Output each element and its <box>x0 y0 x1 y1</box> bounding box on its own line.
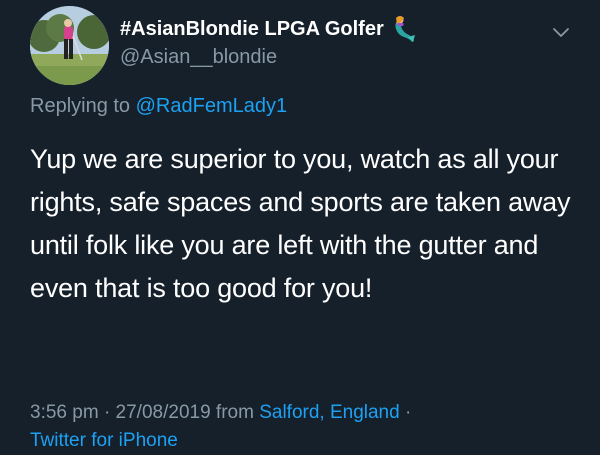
replying-to-label: Replying to <box>30 95 131 117</box>
avatar[interactable] <box>30 6 109 85</box>
meta-separator-2: · <box>404 402 412 423</box>
avatar-image <box>30 6 109 85</box>
tweet-meta: 3:56 pm · 27/08/2019 from Salford, Engla… <box>30 399 575 455</box>
tweet-date[interactable]: 27/08/2019 <box>116 402 211 423</box>
replying-to-line: Replying to @RadFemLady1 <box>30 95 287 118</box>
tweet-card: #AsianBlondie LPGA Golfer @Asian__blondi… <box>0 0 600 454</box>
display-name-row: #AsianBlondie LPGA Golfer <box>120 14 416 44</box>
from-label: from <box>215 402 254 423</box>
tweet-text: Yup we are superior to you, watch as all… <box>30 144 571 303</box>
chevron-down-icon[interactable] <box>551 24 571 40</box>
user-handle[interactable]: @Asian__blondie <box>120 46 277 69</box>
replying-to-mention[interactable]: @RadFemLady1 <box>136 95 287 117</box>
mermaid-icon <box>390 15 416 43</box>
display-name[interactable]: #AsianBlondie LPGA Golfer <box>120 18 384 41</box>
meta-separator: · <box>103 402 111 423</box>
tweet-time[interactable]: 3:56 pm <box>30 402 99 423</box>
tweet-location-link[interactable]: Salford, England <box>259 402 400 423</box>
tweet-source-link[interactable]: Twitter for iPhone <box>30 430 178 451</box>
